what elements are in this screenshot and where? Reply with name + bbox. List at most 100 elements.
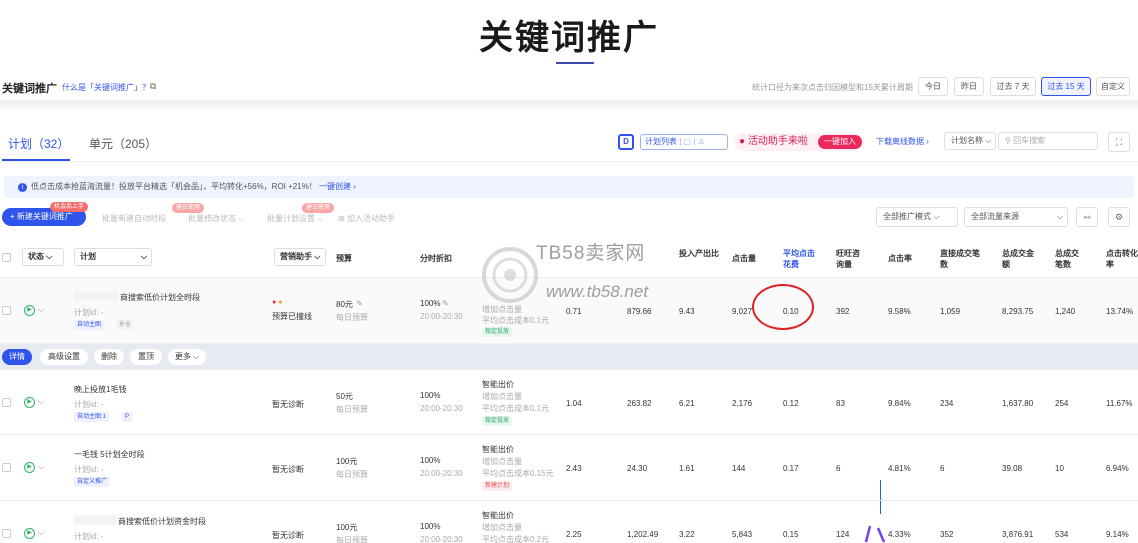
chevron-down-icon[interactable]: ⌵: [38, 397, 44, 407]
play-icon[interactable]: ▶: [24, 305, 35, 316]
discount-header: 分时折扣: [420, 254, 452, 263]
col5-value: 1.04: [566, 399, 582, 408]
direct-deals-value: 1,059: [940, 307, 961, 316]
edit-icon[interactable]: ✎: [186, 292, 193, 301]
conv-value: 9.14%: [1106, 530, 1129, 539]
date-today-button[interactable]: 今日: [918, 77, 948, 96]
time-range: 20:00-20:30: [420, 469, 463, 478]
ww-header[interactable]: 旺旺咨询量: [836, 248, 866, 270]
row-checkbox[interactable]: [2, 398, 11, 407]
direct-deals-header[interactable]: 直接成交笔数: [940, 248, 980, 270]
total-deals-header[interactable]: 总成交笔数: [1055, 248, 1085, 270]
total-amount-value: 1,637.80: [1002, 399, 1034, 408]
date-15days-button[interactable]: 过去 15 天: [1041, 77, 1091, 96]
budget-sub: 每日预算: [336, 470, 368, 479]
row-checkbox[interactable]: [2, 463, 11, 472]
tab-unit[interactable]: 单元（205）: [89, 135, 157, 152]
plan-id: 计划id: -: [74, 308, 104, 317]
select-all-checkbox[interactable]: [2, 253, 11, 262]
edit-icon[interactable]: ✎: [442, 299, 449, 308]
table-row[interactable]: ▶ ⌵ 一毛钱 5计划全时段 计划id: - 自定义推广 暂无诊断 100元 每…: [0, 435, 1138, 501]
clicks-header[interactable]: 点击量: [732, 253, 756, 264]
assistant-column-filter[interactable]: 营销助手 ⌵: [274, 248, 326, 266]
ctr-value: 9.58%: [888, 307, 911, 316]
clicks-value: 144: [732, 464, 746, 473]
ctr-header[interactable]: 点击率: [888, 253, 912, 264]
filter-select[interactable]: 计划名称 ⌵: [944, 132, 996, 150]
fullscreen-icon[interactable]: ⛶: [1108, 132, 1130, 152]
plan-id: 计划id: -: [74, 532, 104, 541]
date-7days-button[interactable]: 过去 7 天: [990, 77, 1036, 96]
toolbar: + 新建关键词推广 机会品上手 批量新建自动时段 建议使用 批量修改状态 ⌵ 批…: [0, 200, 1138, 234]
edit-icon[interactable]: ✎: [356, 299, 363, 308]
col5-value: 2.25: [566, 530, 582, 539]
chevron-down-icon[interactable]: ⌵: [38, 528, 44, 538]
time-range: 20:00-20:30: [420, 312, 463, 321]
col6-value: 24.30: [627, 464, 648, 473]
avg-cost-header[interactable]: 平均点击花费: [783, 248, 821, 270]
conv-value: 6.94%: [1106, 464, 1129, 473]
avg-cost-value: 0.17: [783, 464, 799, 473]
more-button[interactable]: 更多 ⌵: [168, 349, 206, 365]
promo-mode-select[interactable]: 全部推广模式 ⌵: [876, 207, 958, 227]
time-range: 20:00-20:30: [420, 535, 463, 543]
bid-line1: 增加点击量: [482, 457, 522, 466]
grid-icon[interactable]: | ▢ | ♙: [679, 137, 705, 146]
more-label: 更多: [174, 352, 191, 361]
delete-button[interactable]: 删除: [94, 349, 124, 365]
plan-name[interactable]: 晚上投放1毛钱: [74, 384, 126, 395]
row-checkbox[interactable]: [2, 306, 11, 315]
bid-type: 智能出价: [482, 445, 514, 454]
date-custom-button[interactable]: 自定义: [1096, 77, 1130, 96]
batch-time-button[interactable]: 批量新建自动时段: [102, 213, 166, 224]
ctr-value: 4.81%: [888, 464, 911, 473]
traffic-source-select[interactable]: 全部流量来源 ⌵: [964, 207, 1068, 227]
download-link[interactable]: 下载离线数据 ›: [876, 136, 929, 147]
conv-header[interactable]: 点击转化率: [1106, 248, 1138, 270]
chevron-right-icon[interactable]: ›: [351, 182, 356, 191]
bid-line1: 增加点击量: [482, 392, 522, 401]
activity-assistant-banner[interactable]: ● 活动助手来啦 一键加入: [734, 133, 864, 151]
join-button[interactable]: 一键加入: [818, 135, 862, 149]
search-input[interactable]: ⚲ 回车搜索: [998, 132, 1098, 150]
roi-header[interactable]: 投入产出比: [679, 248, 719, 259]
header-bar: 关键词推广 什么是「关键词推广」？ ⧉ 统计口径为来次点击归因模型和15天累计周…: [0, 76, 1138, 100]
notice-link[interactable]: 一键创建: [319, 182, 351, 191]
external-link-icon[interactable]: ⧉: [150, 81, 156, 92]
col6-value: 263.82: [627, 399, 652, 408]
roi-value: 3.22: [679, 530, 695, 539]
plan-list-toggle[interactable]: 计划列表 | ▢ | ♙: [640, 134, 728, 150]
plan-name[interactable]: 商搜索低价计划资金时段: [118, 516, 206, 527]
play-icon[interactable]: ▶: [24, 528, 35, 539]
batch-status-button[interactable]: 批量修改状态 ⌵: [188, 213, 244, 224]
roi-value: 9.43: [679, 307, 695, 316]
tab-underline: [2, 159, 70, 161]
play-icon[interactable]: ▶: [24, 462, 35, 473]
plan-d-icon[interactable]: D: [618, 134, 634, 150]
table-row[interactable]: ▶ ⌵ 晚上投放1毛钱 计划id: - 自动主图 1 P 暂无诊断 50元 每日…: [0, 370, 1138, 435]
chevron-down-icon[interactable]: ⌵: [38, 305, 44, 315]
table-row[interactable]: ▶ ⌵ 商搜索低价计划资金时段 计划id: - 暂无诊断 100元 每日预算 1…: [0, 501, 1138, 543]
chevron-down-icon[interactable]: ⌵: [38, 462, 44, 472]
divider-band: [0, 100, 1138, 112]
what-is-link[interactable]: 什么是「关键词推广」？: [62, 82, 150, 93]
advanced-settings-button[interactable]: 高级设置: [40, 349, 88, 365]
gear-icon[interactable]: ⚙: [1108, 207, 1130, 227]
join-assistant-button[interactable]: ⊞ 加入活动助手: [338, 213, 395, 224]
play-icon[interactable]: ▶: [24, 397, 35, 408]
tab-plan[interactable]: 计划（32）: [8, 135, 69, 152]
status-column-filter[interactable]: 状态 ⌵: [22, 248, 64, 266]
status-header: 状态: [28, 252, 44, 261]
batch-plan-button[interactable]: 批量计划设置 ⌵: [267, 213, 323, 224]
date-yesterday-button[interactable]: 昨日: [954, 77, 984, 96]
total-amount-header[interactable]: 总成交金额: [1002, 248, 1038, 270]
pin-top-button[interactable]: 置顶: [130, 349, 162, 365]
plan-name[interactable]: 一毛钱 5计划全时段: [74, 449, 145, 460]
column-width-icon[interactable]: ⇿: [1076, 207, 1098, 227]
ww-value: 6: [836, 464, 841, 473]
details-button[interactable]: 详情: [2, 349, 32, 365]
col6-value: 879.66: [627, 307, 652, 316]
bid-tag: 稳定投放: [482, 327, 513, 337]
row-checkbox[interactable]: [2, 529, 11, 538]
plan-column-filter[interactable]: 计划 ⌵: [74, 248, 152, 266]
